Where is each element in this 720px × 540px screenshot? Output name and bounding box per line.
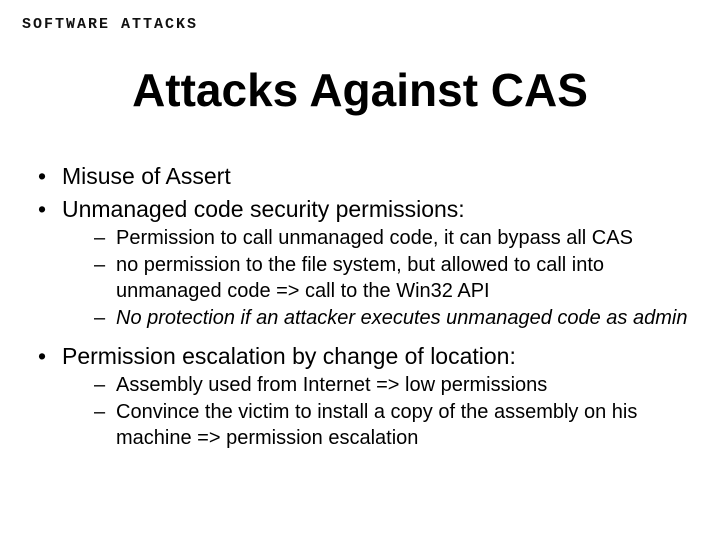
list-item: Permission escalation by change of locat… bbox=[32, 342, 688, 452]
bullet-list: Misuse of Assert Unmanaged code security… bbox=[32, 162, 688, 451]
list-item: Unmanaged code security permissions: Per… bbox=[32, 195, 688, 332]
sub-list: Permission to call unmanaged code, it ca… bbox=[62, 226, 688, 332]
slide-body: Misuse of Assert Unmanaged code security… bbox=[32, 162, 688, 461]
bullet-text: Unmanaged code security permissions: bbox=[62, 196, 465, 222]
bullet-text: Misuse of Assert bbox=[62, 163, 231, 189]
slide: Software Attacks Attacks Against CAS Mis… bbox=[0, 0, 720, 540]
sub-bullet-text: no permission to the file system, but al… bbox=[116, 254, 604, 302]
sub-bullet-text: Convince the victim to install a copy of… bbox=[116, 401, 637, 449]
list-item: Assembly used from Internet => low permi… bbox=[94, 373, 688, 399]
sub-bullet-text: Permission to call unmanaged code, it ca… bbox=[116, 227, 633, 249]
bullet-text: Permission escalation by change of locat… bbox=[62, 343, 516, 369]
slide-title: Attacks Against CAS bbox=[0, 66, 720, 114]
list-item: Convince the victim to install a copy of… bbox=[94, 400, 688, 451]
list-item: no permission to the file system, but al… bbox=[94, 253, 688, 304]
sub-list: Assembly used from Internet => low permi… bbox=[62, 373, 688, 452]
sub-bullet-text: No protection if an attacker executes un… bbox=[116, 307, 687, 329]
list-item: Permission to call unmanaged code, it ca… bbox=[94, 226, 688, 252]
list-item: Misuse of Assert bbox=[32, 162, 688, 191]
sub-bullet-text: Assembly used from Internet => low permi… bbox=[116, 374, 547, 396]
header-label: Software Attacks bbox=[22, 16, 198, 33]
list-item: No protection if an attacker executes un… bbox=[94, 306, 688, 332]
